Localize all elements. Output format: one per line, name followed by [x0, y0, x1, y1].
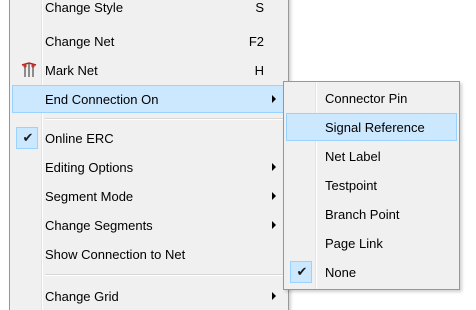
menu-item-change-style[interactable]: Change Style S: [12, 0, 286, 21]
menu-item-change-net[interactable]: Change Net F2: [12, 27, 286, 55]
submenu-item-connector-pin[interactable]: Connector Pin: [286, 84, 457, 112]
menu-item-label: Change Segments: [45, 218, 153, 233]
submenu-item-signal-reference[interactable]: Signal Reference: [286, 113, 457, 141]
submenu-item-branch-point[interactable]: Branch Point: [286, 200, 457, 228]
submenu-item-page-link[interactable]: Page Link: [286, 229, 457, 257]
menu-item-label: Branch Point: [325, 207, 400, 222]
menu-item-change-segments[interactable]: Change Segments: [12, 211, 286, 239]
menu-item-label: Page Link: [325, 236, 383, 251]
menu-item-shortcut: F2: [248, 34, 264, 49]
submenu-arrow-icon: [272, 192, 276, 200]
menu-item-label: Editing Options: [45, 160, 134, 175]
submenu-arrow-icon: [272, 163, 276, 171]
menu-item-label: Connector Pin: [325, 91, 408, 106]
end-connection-submenu: Connector Pin Signal Reference Net Label…: [283, 81, 460, 290]
submenu-arrow-icon: [272, 221, 276, 229]
menu-item-label: Net Label: [325, 149, 381, 164]
checkmark-icon: ✔: [22, 130, 34, 145]
submenu-item-testpoint[interactable]: Testpoint: [286, 171, 457, 199]
mark-net-icon: [20, 61, 38, 79]
menu-item-label: Testpoint: [325, 178, 378, 193]
menu-item-change-grid[interactable]: Change Grid: [12, 282, 286, 310]
menu-item-label: Signal Reference: [325, 120, 425, 135]
menu-item-label: Change Grid: [45, 289, 119, 304]
menu-item-label: Segment Mode: [45, 189, 134, 204]
screen: Change Style S Change Net F2 Mark Net H: [0, 0, 476, 310]
menu-item-label: Online ERC: [45, 131, 114, 146]
menu-item-label: Mark Net: [45, 63, 98, 78]
menu-separator: [45, 118, 283, 120]
menu-item-label: End Connection On: [45, 92, 159, 107]
menu-item-segment-mode[interactable]: Segment Mode: [12, 182, 286, 210]
submenu-item-net-label[interactable]: Net Label: [286, 142, 457, 170]
menu-item-label: Change Net: [45, 34, 115, 49]
menu-item-end-connection-on[interactable]: End Connection On: [12, 85, 286, 113]
menu-item-label: Change Style: [45, 0, 124, 15]
context-menu: Change Style S Change Net F2 Mark Net H: [9, 0, 289, 310]
submenu-item-none[interactable]: ✔ None: [286, 258, 457, 286]
submenu-arrow-icon: [272, 95, 276, 103]
menu-item-online-erc[interactable]: ✔ Online ERC: [12, 124, 286, 152]
menu-separator: [45, 274, 283, 276]
menu-item-editing-options[interactable]: Editing Options: [12, 153, 286, 181]
submenu-arrow-icon: [272, 292, 276, 300]
menu-item-mark-net[interactable]: Mark Net H: [12, 56, 286, 84]
menu-item-label: Show Connection to Net: [45, 247, 186, 262]
menu-item-shortcut: H: [254, 63, 264, 78]
checkmark-icon: ✔: [296, 264, 308, 279]
menu-item-label: None: [325, 265, 357, 280]
menu-item-show-connection-to-net[interactable]: Show Connection to Net: [12, 240, 286, 268]
menu-item-shortcut: S: [255, 0, 264, 15]
